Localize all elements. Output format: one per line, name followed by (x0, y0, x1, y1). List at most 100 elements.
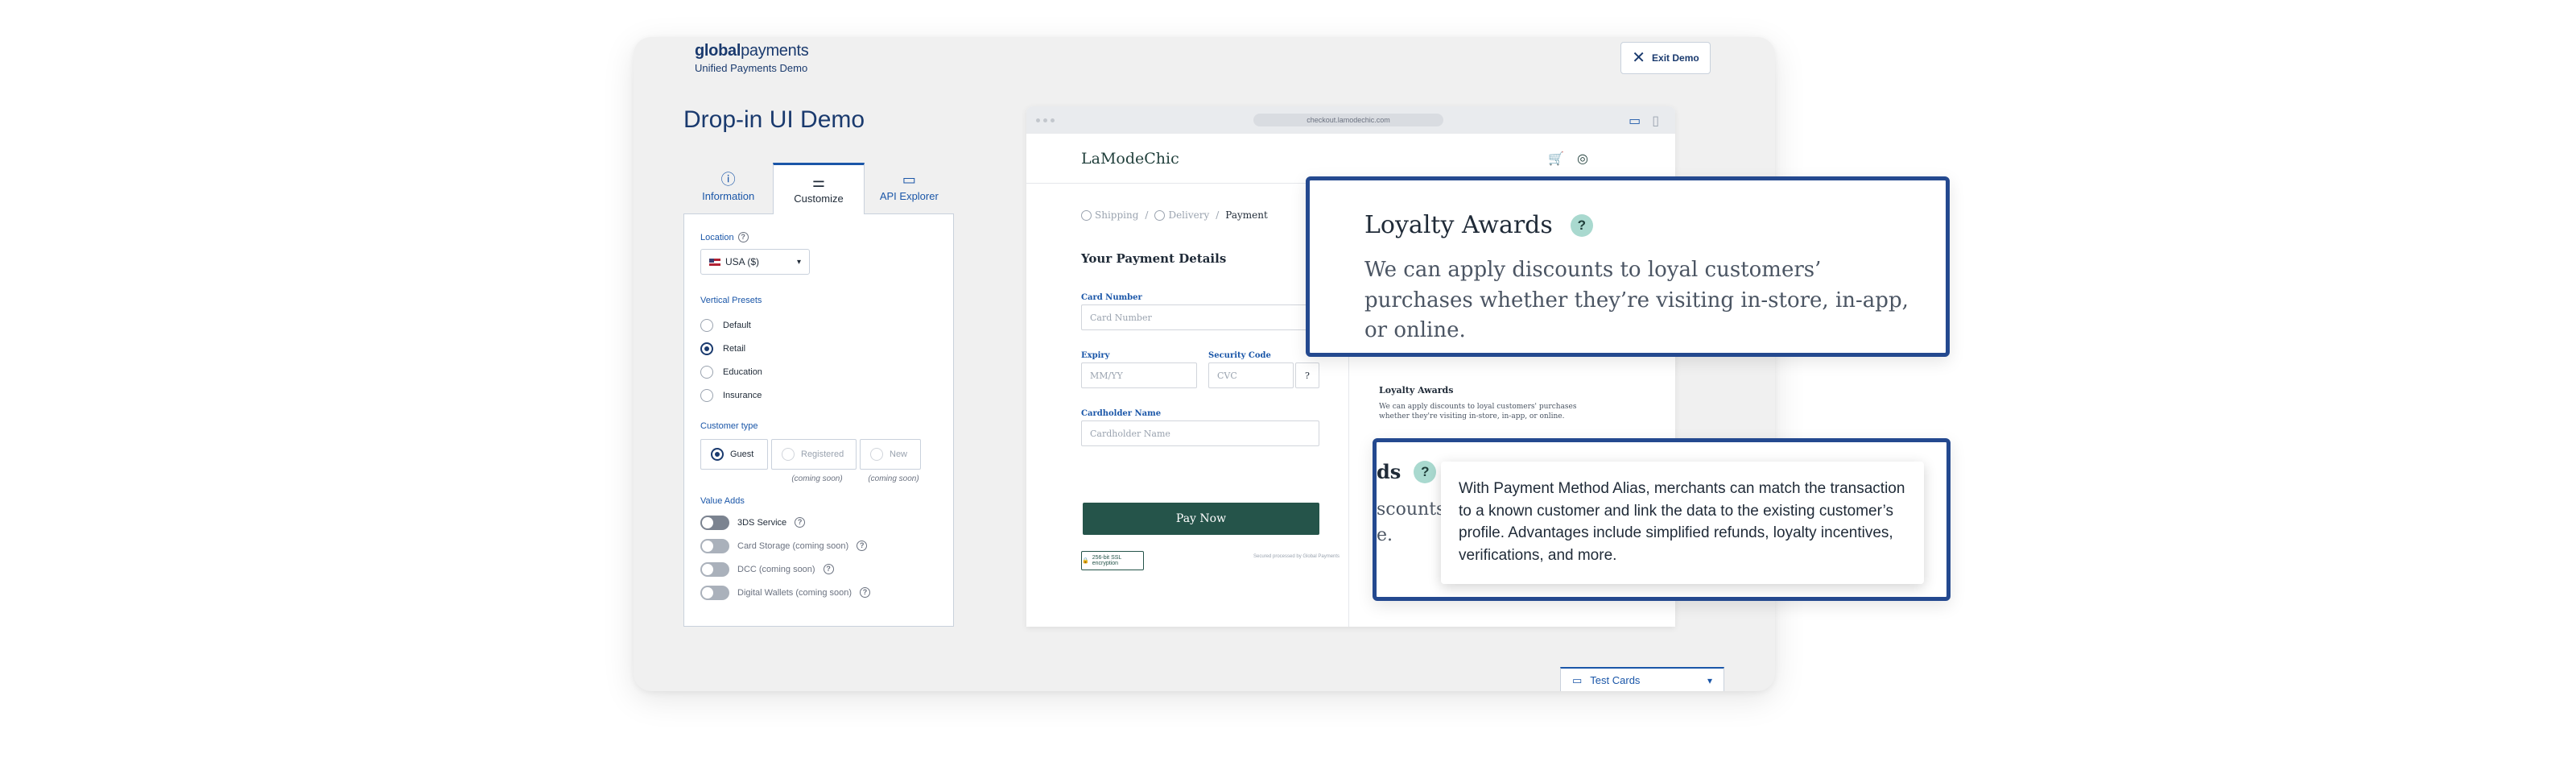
payment-alias-tooltip: With Payment Method Alias, merchants can… (1441, 462, 1924, 584)
expiry-label: Expiry (1081, 351, 1110, 360)
location-label: Location? (700, 232, 937, 242)
vertical-presets-group: Default Retail Education Insurance (700, 313, 937, 407)
callout-description: We can apply discounts to loyal customer… (1364, 258, 1909, 343)
shop-logo: LaModeChic (1081, 149, 1179, 168)
lock-icon: 🔒 (1082, 558, 1089, 564)
preset-insurance[interactable]: Insurance (700, 383, 937, 407)
radio-icon (700, 388, 713, 402)
help-icon[interactable]: ? (1570, 213, 1593, 237)
tab-bar: ⓘ Information ⚌ Customize ▭ API Explorer (683, 163, 954, 214)
location-value: USA ($) (725, 256, 760, 267)
toggle-card-storage: Card Storage (coming soon)? (700, 534, 937, 557)
url-bar: checkout.lamodechic.com (1253, 114, 1443, 126)
customer-type-label-text: Guest (730, 449, 754, 459)
exit-demo-label: Exit Demo (1652, 52, 1699, 64)
cvc-help-icon[interactable]: ? (1295, 362, 1319, 388)
toggle-digital-wallets: Digital Wallets (coming soon)? (700, 581, 937, 604)
toggle-label: 3DS Service (737, 517, 787, 528)
help-icon[interactable]: ? (1414, 460, 1437, 483)
chevron-down-icon: ▾ (796, 257, 801, 267)
radio-selected-icon (700, 342, 713, 355)
tab-api-explorer[interactable]: ▭ API Explorer (865, 163, 954, 211)
tab-information[interactable]: ⓘ Information (683, 163, 773, 211)
card-number-label: Card Number (1081, 293, 1142, 302)
coming-soon-label: (coming soon) (868, 474, 919, 483)
coming-soon-notes: (coming soon) (coming soon) (700, 474, 937, 483)
crumb-payment: Payment (1225, 209, 1268, 221)
crumb-separator: / (1145, 209, 1149, 221)
help-icon[interactable]: ? (860, 587, 871, 598)
value-adds-group: 3DS Service? Card Storage (coming soon)?… (700, 511, 937, 604)
preset-label: Education (723, 367, 762, 377)
customize-panel: Location? USA ($) ▾ Vertical Presets Def… (683, 213, 954, 627)
preset-education[interactable]: Education (700, 360, 937, 383)
toggle-dcc: DCC (coming soon)? (700, 557, 937, 581)
callout-bg-title: ds ? (1377, 460, 1437, 483)
toggle-switch[interactable] (700, 515, 729, 530)
toggle-label: Card Storage (coming soon) (737, 541, 849, 551)
sliders-icon: ⚌ (811, 174, 826, 190)
help-icon[interactable]: ? (737, 232, 749, 242)
card-number-input[interactable]: Card Number (1081, 304, 1319, 330)
crumb-shipping[interactable]: Shipping (1081, 209, 1138, 221)
brand-subtitle: Unified Payments Demo (695, 62, 808, 74)
customer-type-label-text: Registered (801, 449, 844, 459)
browser-toolbar: checkout.lamodechic.com ▭ ▯ (1026, 106, 1675, 134)
toggle-3ds-service[interactable]: 3DS Service? (700, 511, 937, 534)
mobile-icon[interactable]: ▯ (1652, 113, 1659, 129)
customer-type-label-text: New (890, 449, 908, 459)
close-icon: ✕ (1632, 49, 1646, 67)
customer-type-registered[interactable]: Registered (771, 439, 857, 470)
mini-loyalty-title: Loyalty Awards (1379, 385, 1454, 396)
user-icon[interactable]: ◎ (1577, 151, 1588, 167)
coming-soon-label: (coming soon) (791, 474, 843, 483)
cart-icon[interactable]: 🛒 (1548, 151, 1564, 167)
tab-customize-label: Customize (794, 193, 844, 205)
expiry-input[interactable]: MM/YY (1081, 362, 1197, 388)
location-select[interactable]: USA ($) ▾ (700, 249, 810, 275)
help-icon[interactable]: ? (823, 564, 834, 574)
cardholder-input[interactable]: Cardholder Name (1081, 420, 1319, 446)
help-icon[interactable]: ? (795, 517, 806, 528)
radio-icon (700, 365, 713, 379)
checkout-breadcrumb: Shipping / Delivery / Payment (1081, 209, 1268, 221)
customer-type-new[interactable]: New (860, 439, 921, 470)
callout-title-text: Loyalty Awards (1364, 211, 1553, 239)
preset-default[interactable]: Default (700, 313, 937, 337)
preset-label: Retail (723, 343, 746, 354)
ssl-badge: 🔒 256-bit SSL encryption (1081, 551, 1144, 570)
help-icon[interactable]: ? (857, 541, 868, 551)
desktop-icon[interactable]: ▭ (1629, 113, 1641, 129)
loyalty-awards-callout: Loyalty Awards ? We can apply discounts … (1306, 176, 1950, 357)
tab-information-label: Information (702, 189, 755, 202)
radio-icon (870, 448, 883, 461)
powered-by-text: Secured processed by Global Payments (1253, 554, 1340, 559)
device-switcher: ▭ ▯ (1629, 113, 1659, 129)
crumb-delivery[interactable]: Delivery (1154, 209, 1209, 221)
pay-now-button[interactable]: Pay Now (1083, 503, 1319, 535)
customer-type-guest[interactable]: Guest (700, 439, 768, 470)
tab-api-explorer-label: API Explorer (879, 189, 939, 202)
test-cards-label: Test Cards (1590, 674, 1641, 686)
customer-type-label: Customer type (700, 421, 758, 431)
toggle-label: Digital Wallets (coming soon) (737, 587, 852, 598)
page-title: Drop-in UI Demo (683, 106, 865, 133)
radio-icon (700, 318, 713, 332)
cvc-input[interactable]: CVC (1208, 362, 1294, 388)
exit-demo-button[interactable]: ✕ Exit Demo (1620, 42, 1711, 74)
tab-customize[interactable]: ⚌ Customize (773, 163, 865, 214)
shop-icons: 🛒 ◎ (1548, 151, 1588, 167)
toggle-switch (700, 561, 729, 577)
toggle-switch (700, 585, 729, 600)
cardholder-label: Cardholder Name (1081, 409, 1162, 418)
check-icon (1154, 210, 1166, 221)
test-cards-dropdown[interactable]: ▭ Test Cards ▾ (1560, 667, 1724, 691)
preset-retail[interactable]: Retail (700, 337, 937, 360)
credit-card-icon: ▭ (1572, 673, 1583, 686)
toggle-switch (700, 538, 729, 553)
us-flag-icon (709, 258, 720, 266)
toggle-label: DCC (coming soon) (737, 564, 815, 574)
customer-type-group: Guest Registered New (700, 439, 937, 470)
chevron-down-icon: ▾ (1707, 674, 1712, 686)
preset-label: Default (723, 320, 751, 330)
